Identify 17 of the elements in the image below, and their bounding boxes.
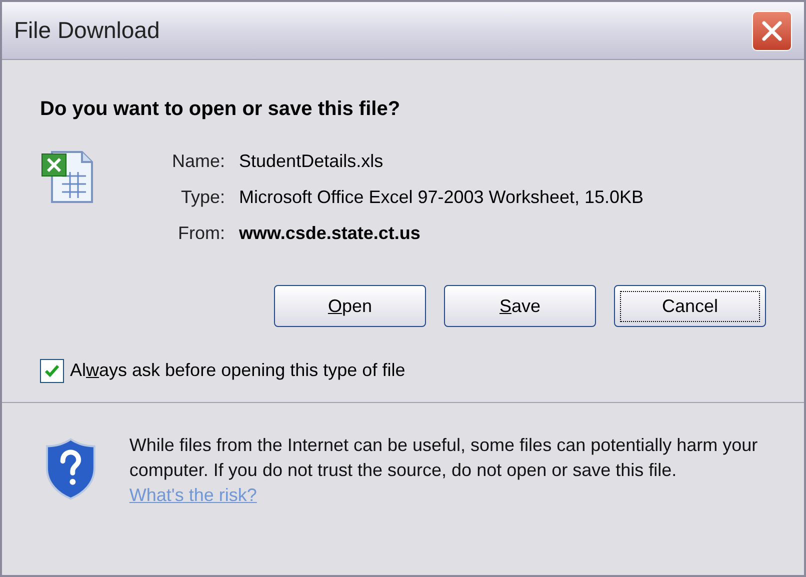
detail-value: StudentDetails.xls <box>239 150 384 173</box>
detail-label: Type: <box>180 186 226 209</box>
detail-label: Name: <box>172 150 226 173</box>
detail-value: Microsoft Office Excel 97-2003 Worksheet, 15.0KB <box>239 186 644 209</box>
window-title: File Download <box>14 16 160 46</box>
dialog-button[interactable]: Save <box>444 285 596 327</box>
close-icon <box>761 20 783 42</box>
detail-label: From: <box>177 222 226 245</box>
check-icon <box>44 362 60 378</box>
always-ask-checkbox[interactable]: Always ask before opening this type of file <box>40 357 406 384</box>
dialog-button[interactable]: Cancel <box>614 285 766 327</box>
shield-question-icon <box>44 437 98 501</box>
dialog-button[interactable]: Open <box>274 285 426 327</box>
detail-value: www.csde.state.ct.us <box>239 222 422 245</box>
warning-text: While files from the Internet can be useful, some files can potentially harm your computer. If you do not trust the source, do not open or save this file. What's the risk? <box>129 434 759 507</box>
close-button[interactable] <box>752 10 792 50</box>
question-heading: Do you want to open or save this file? <box>40 97 400 122</box>
